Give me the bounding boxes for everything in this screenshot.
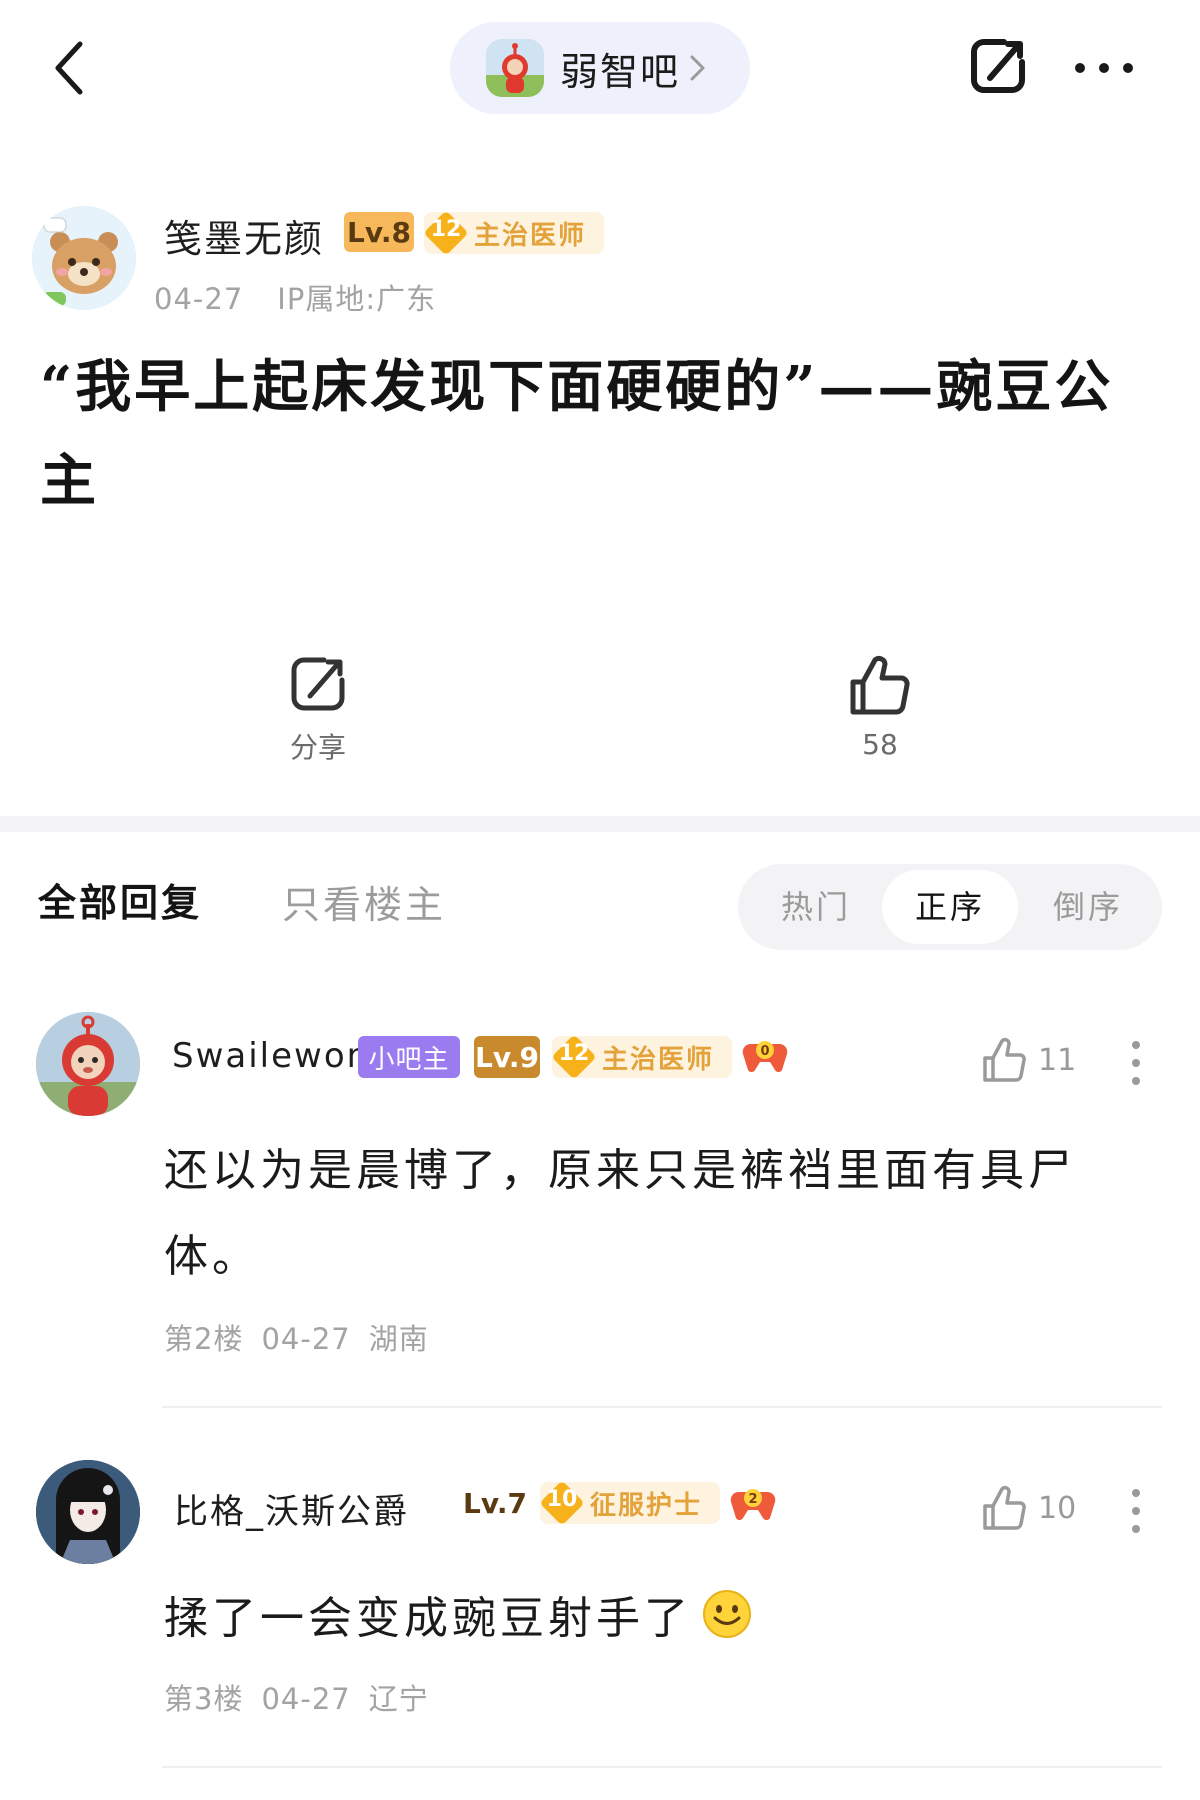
comment-body: 揉了一会变成豌豆射手了: [164, 1593, 692, 1644]
share-icon: [291, 657, 345, 711]
forum-pill[interactable]: 弱智吧: [450, 22, 750, 114]
comment-meta: 第3楼 04-27 辽宁: [164, 1676, 429, 1718]
comment-location: 湖南: [368, 1322, 429, 1356]
more-options-icon[interactable]: [1072, 50, 1136, 86]
level-badge: Lv.8: [344, 212, 414, 252]
commenter-name[interactable]: Swailewon: [172, 1036, 370, 1076]
sort-hot[interactable]: 热门: [756, 864, 876, 950]
comment-divider: [162, 1406, 1162, 1408]
sort-descending[interactable]: 倒序: [1028, 864, 1148, 950]
rank-badge: 12 主治医师: [551, 1034, 732, 1080]
comment-floor: 第2楼: [164, 1322, 244, 1356]
comment-like-button[interactable]: 10: [982, 1484, 1076, 1532]
sort-toggle: 热门 正序 倒序: [738, 864, 1162, 950]
comment-date: 04-27: [261, 1682, 351, 1716]
more-vertical-icon[interactable]: [1130, 1040, 1142, 1086]
commenter-avatar[interactable]: [36, 1460, 140, 1564]
share-icon[interactable]: [966, 34, 1030, 98]
share-label: 分享: [289, 731, 346, 764]
smiley-emoji-icon: [703, 1590, 751, 1638]
post-meta: 04-27 IP属地:广东: [154, 276, 436, 318]
post-title: “我早上起床发现下面硬硬的”——豌豆公主: [40, 354, 1114, 514]
rank-diamond-icon: 12: [423, 210, 469, 256]
forum-name: 弱智吧: [560, 49, 681, 94]
share-button[interactable]: 分享: [218, 652, 418, 766]
rank-number: 12: [430, 217, 462, 242]
sort-ascending[interactable]: 正序: [882, 870, 1018, 944]
thumbs-up-icon: [983, 1037, 1026, 1082]
section-divider: [0, 816, 1200, 832]
tab-only-op[interactable]: 只看楼主: [282, 874, 446, 929]
comment-meta: 第2楼 04-27 湖南: [164, 1316, 429, 1358]
comment-body-row: 揉了一会变成豌豆射手了: [164, 1576, 1124, 1662]
forum-avatar: [486, 39, 544, 97]
game-badge-number: 0: [760, 1044, 769, 1059]
comment-divider: [162, 1766, 1162, 1768]
comment-like-count: 10: [1038, 1490, 1077, 1526]
commenter-avatar[interactable]: [36, 1012, 140, 1116]
comment-body: 还以为是晨博了，原来只是裤裆里面有具尸体。: [164, 1145, 1076, 1282]
rank-number: 12: [558, 1041, 590, 1066]
thumbs-up-icon: [850, 655, 910, 715]
rank-badge: 12 主治医师: [423, 210, 604, 256]
rank-title: 征服护士: [590, 1490, 703, 1521]
thumbs-up-icon: [983, 1485, 1026, 1530]
comment-floor: 第3楼: [164, 1682, 244, 1716]
level-badge: Lv.9: [474, 1036, 540, 1078]
rank-number: 10: [546, 1487, 578, 1512]
comment-like-button[interactable]: 11: [982, 1036, 1076, 1084]
level-badge: Lv.7: [463, 1486, 527, 1520]
gamepad-badge-icon: 2: [730, 1482, 776, 1522]
gamepad-badge-icon: 0: [742, 1034, 788, 1074]
forum-owner-badge: 小吧主: [358, 1036, 460, 1078]
top-bar: 弱智吧: [0, 0, 1200, 140]
chevron-right-icon: [690, 55, 705, 81]
author-name[interactable]: 笺墨无颜: [164, 208, 324, 263]
rank-title: 主治医师: [602, 1044, 715, 1075]
tab-all-replies[interactable]: 全部回复: [38, 872, 202, 927]
like-count: 58: [862, 728, 898, 761]
commenter-name[interactable]: 比格_沃斯公爵: [174, 1484, 409, 1533]
author-avatar[interactable]: [32, 206, 136, 310]
comment-like-count: 11: [1038, 1042, 1077, 1078]
like-button[interactable]: 58: [780, 652, 980, 761]
back-arrow-icon[interactable]: [50, 38, 90, 98]
rank-badge: 10 征服护士: [539, 1480, 720, 1526]
rank-diamond-icon: 12: [551, 1034, 597, 1080]
post-date: 04-27: [154, 282, 244, 316]
post-ip: IP属地:广东: [277, 282, 437, 316]
rank-title: 主治医师: [474, 220, 587, 251]
comment-date: 04-27: [261, 1322, 351, 1356]
more-vertical-icon[interactable]: [1130, 1488, 1142, 1534]
rank-diamond-icon: 10: [539, 1480, 585, 1526]
game-badge-number: 2: [748, 1492, 757, 1507]
comment-location: 辽宁: [368, 1682, 429, 1716]
